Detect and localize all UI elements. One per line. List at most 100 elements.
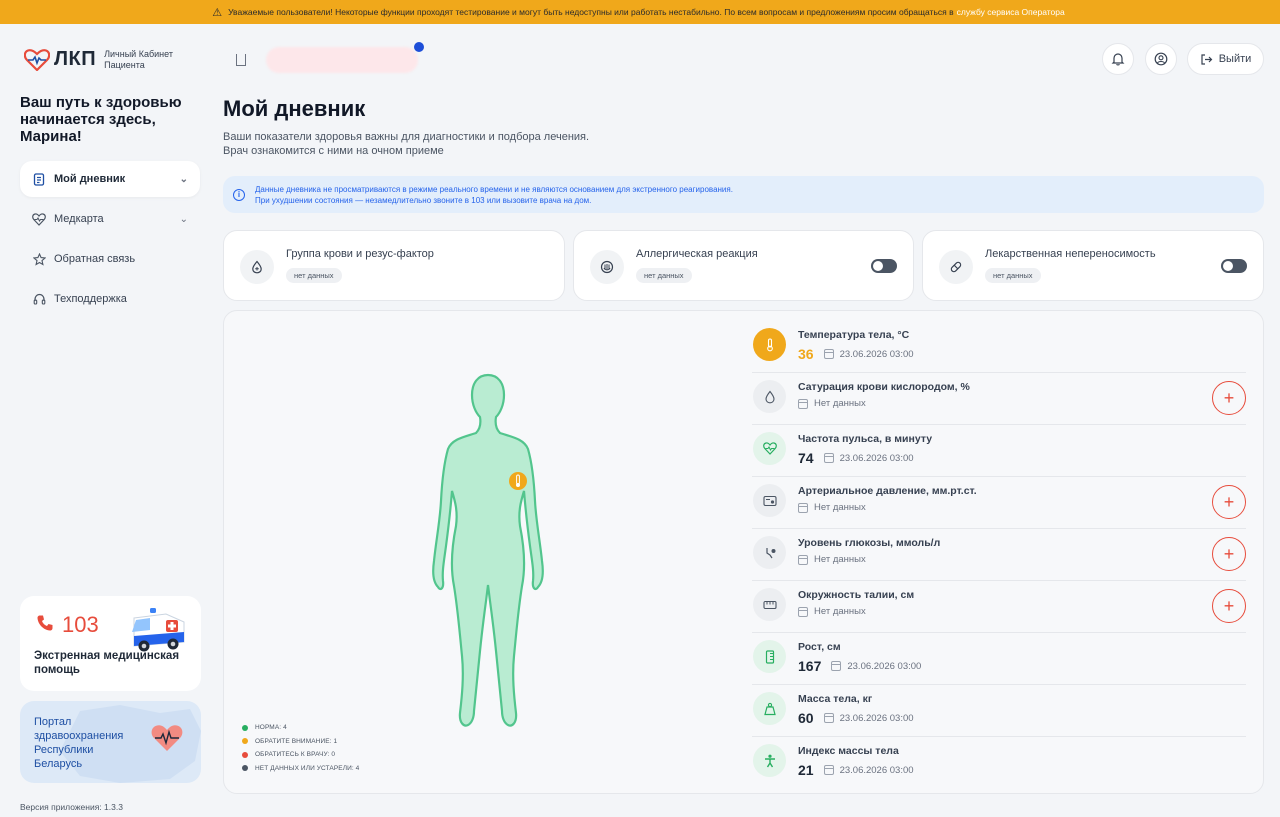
notifications-button[interactable] bbox=[1102, 43, 1134, 75]
redacted-user-name bbox=[266, 47, 418, 73]
metric-value: 60 bbox=[798, 710, 814, 726]
legend-dot bbox=[242, 724, 248, 731]
app-version: Версия приложения: 1.3.3 bbox=[20, 802, 123, 812]
metrics-list: Температура тела, °C 36 23.06.2026 03:00… bbox=[752, 321, 1246, 789]
metric-value: 36 bbox=[798, 346, 814, 362]
health-panel: НОРМА: 4 ОБРАТИТЕ ВНИМАНИЕ: 1 ОБРАТИТЕСЬ… bbox=[223, 310, 1264, 794]
blood-group-card[interactable]: Группа крови и резус-фактор нет данных bbox=[223, 230, 565, 301]
calendar-icon bbox=[798, 502, 808, 513]
info-line-1: Данные дневника не просматриваются в реж… bbox=[255, 184, 733, 194]
calendar-icon bbox=[798, 554, 808, 565]
calendar-icon bbox=[798, 398, 808, 409]
heart-pulse-icon bbox=[32, 212, 46, 226]
metric-title: Рост, см bbox=[798, 641, 841, 653]
tape-icon bbox=[753, 588, 786, 621]
profile-button[interactable] bbox=[1145, 43, 1177, 75]
chevron-down-icon: ⌄ bbox=[179, 213, 188, 225]
add-glucose-button[interactable]: + bbox=[1212, 537, 1246, 571]
star-icon bbox=[32, 252, 46, 266]
metric-row-height[interactable]: Рост, см 167 23.06.2026 03:00 bbox=[752, 633, 1246, 685]
drug-intolerance-toggle[interactable] bbox=[1221, 259, 1247, 273]
metric-title: Индекс массы тела bbox=[798, 745, 899, 757]
sidebar-item-support[interactable]: Техподдержка bbox=[20, 281, 200, 317]
sidebar-item-label: Обратная связь bbox=[54, 253, 136, 265]
user-selector[interactable] bbox=[222, 42, 424, 76]
add-blood-pressure-button[interactable]: + bbox=[1212, 485, 1246, 519]
drop-icon bbox=[753, 380, 786, 413]
calendar-icon bbox=[823, 349, 834, 359]
logout-button[interactable]: Выйти bbox=[1187, 43, 1264, 75]
heart-logo-icon bbox=[24, 48, 50, 71]
phone-icon bbox=[36, 614, 54, 637]
metric-title: Температура тела, °C bbox=[798, 329, 910, 341]
greeting: Ваш путь к здоровью начинается здесь, Ма… bbox=[20, 94, 182, 145]
metric-date: Нет данных bbox=[814, 502, 866, 513]
metric-row-pulse[interactable]: Частота пульса, в минуту 74 23.06.2026 0… bbox=[752, 425, 1246, 477]
calendar-icon bbox=[798, 606, 808, 617]
sidebar-item-label: Медкарта bbox=[54, 213, 104, 225]
page-title: Мой дневник bbox=[223, 96, 366, 121]
no-data-badge: нет данных bbox=[636, 268, 692, 283]
legend-item: НОРМА: 4 bbox=[242, 724, 359, 731]
drug-intolerance-card[interactable]: Лекарственная непереносимость нет данных bbox=[922, 230, 1264, 301]
thermometer-icon bbox=[753, 328, 786, 361]
logo-subtitle: Личный Кабинет Пациента bbox=[104, 48, 173, 70]
emergency-card[interactable]: 103 Экстренная медицинская помощь bbox=[20, 596, 201, 691]
metric-row-saturation[interactable]: Сатурация крови кислородом, % Нет данных… bbox=[752, 373, 1246, 425]
info-icon: i bbox=[233, 188, 245, 201]
legend-dot bbox=[242, 765, 248, 771]
allergy-icon bbox=[590, 250, 624, 284]
health-portal-card[interactable]: Портал здравоохранения Республики Белару… bbox=[20, 701, 201, 783]
status-legend: НОРМА: 4 ОБРАТИТЕ ВНИМАНИЕ: 1 ОБРАТИТЕСЬ… bbox=[242, 724, 359, 778]
metric-row-blood-pressure[interactable]: Артериальное давление, мм.рт.ст. Нет дан… bbox=[752, 477, 1246, 529]
pill-icon bbox=[939, 250, 973, 284]
body-silhouette bbox=[432, 373, 544, 727]
metric-title: Частота пульса, в минуту bbox=[798, 433, 933, 445]
legend-item: ОБРАТИТЕСЬ К ВРАЧУ: 0 bbox=[242, 751, 359, 758]
weight-icon bbox=[753, 692, 786, 725]
no-data-badge: нет данных bbox=[286, 268, 342, 283]
sidebar-item-feedback[interactable]: Обратная связь bbox=[20, 241, 200, 277]
legend-item: НЕТ ДАННЫХ ИЛИ УСТАРЕЛИ: 4 bbox=[242, 765, 359, 772]
emergency-label: Экстренная медицинская помощь bbox=[34, 650, 180, 676]
legend-dot bbox=[242, 738, 248, 744]
metric-row-waist[interactable]: Окружность талии, см Нет данных + bbox=[752, 581, 1246, 633]
blood-drop-icon bbox=[240, 250, 274, 284]
metric-date: Нет данных bbox=[814, 398, 866, 409]
metric-row-glucose[interactable]: Уровень глюкозы, ммоль/л Нет данных + bbox=[752, 529, 1246, 581]
diary-icon bbox=[32, 172, 46, 186]
heart-pulse-icon bbox=[753, 432, 786, 465]
allergy-card[interactable]: Аллергическая реакция нет данных bbox=[573, 230, 914, 301]
card-title: Группа крови и резус-фактор bbox=[286, 248, 434, 260]
metric-date: 23.06.2026 03:00 bbox=[839, 452, 914, 464]
id-card-icon bbox=[236, 54, 246, 66]
metric-date: 23.06.2026 03:00 bbox=[839, 764, 914, 776]
metric-row-bmi[interactable]: Индекс массы тела 21 23.06.2026 03:00 bbox=[752, 737, 1246, 789]
banner-text: Уважаемые пользователи! Некоторые функци… bbox=[228, 7, 954, 17]
diary-info-notice: i Данные дневника не просматриваются в р… bbox=[223, 176, 1264, 213]
add-waist-button[interactable]: + bbox=[1212, 589, 1246, 623]
user-icon bbox=[1154, 52, 1168, 66]
calendar-icon bbox=[823, 713, 834, 723]
metric-row-temperature[interactable]: Температура тела, °C 36 23.06.2026 03:00 bbox=[752, 321, 1246, 373]
sidebar-item-medcard[interactable]: Медкарта ⌄ bbox=[20, 201, 200, 237]
metric-title: Сатурация крови кислородом, % bbox=[798, 381, 970, 393]
card-title: Лекарственная непереносимость bbox=[985, 248, 1156, 260]
allergy-toggle[interactable] bbox=[871, 259, 897, 273]
sidebar-item-diary[interactable]: Мой дневник ⌄ bbox=[20, 161, 200, 197]
info-line-2: При ухудшении состояния — незамедлительн… bbox=[255, 195, 592, 205]
metric-title: Уровень глюкозы, ммоль/л bbox=[798, 537, 941, 549]
metric-row-weight[interactable]: Масса тела, кг 60 23.06.2026 03:00 bbox=[752, 685, 1246, 737]
metric-date: 23.06.2026 03:00 bbox=[847, 660, 922, 672]
calendar-icon bbox=[823, 765, 834, 775]
add-saturation-button[interactable]: + bbox=[1212, 381, 1246, 415]
ruler-icon bbox=[753, 640, 786, 673]
logo[interactable]: ЛКП Личный Кабинет Пациента bbox=[24, 48, 184, 71]
calendar-icon bbox=[823, 453, 834, 463]
metric-title: Окружность талии, см bbox=[798, 589, 915, 601]
glucose-icon bbox=[753, 536, 786, 569]
portal-label: Портал здравоохранения Республики Белару… bbox=[34, 716, 124, 770]
metric-value: 74 bbox=[798, 450, 814, 466]
operator-service-link[interactable]: службу сервиса Оператора bbox=[957, 7, 1065, 17]
ambulance-icon bbox=[132, 608, 185, 652]
